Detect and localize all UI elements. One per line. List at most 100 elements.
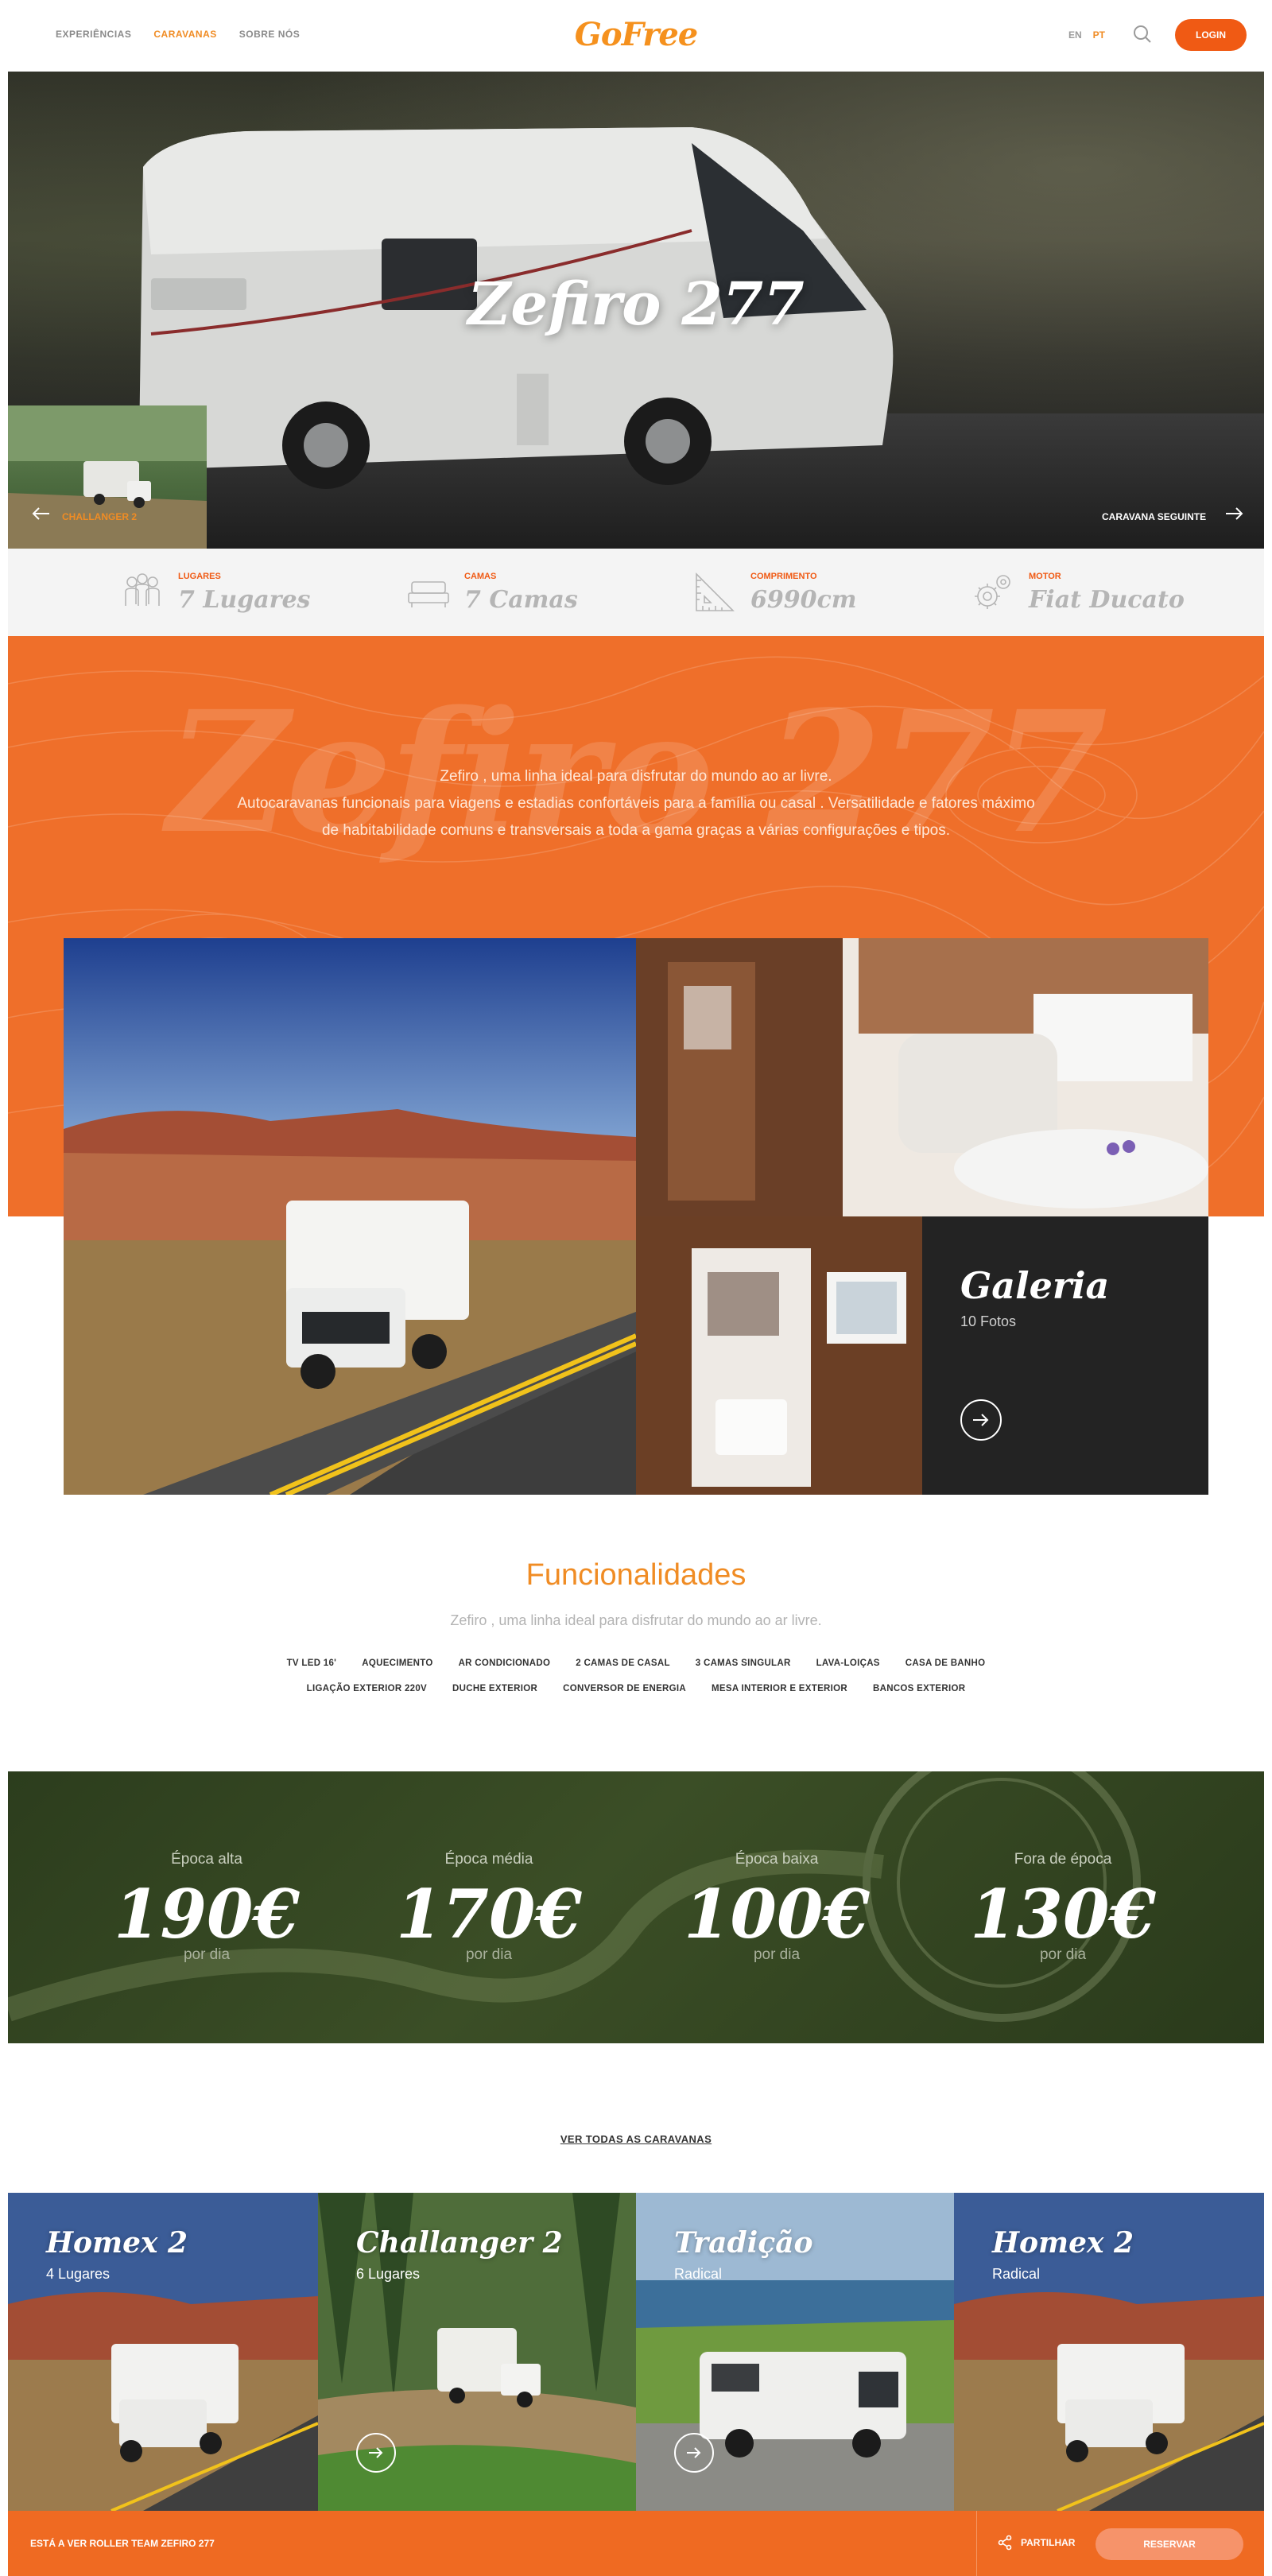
sticky-booking-bar: ESTÁ A VER ROLLER TEAM ZEFIRO 277 PARTIL… <box>8 2511 1264 2576</box>
gallery-open-button[interactable] <box>960 1399 1002 1441</box>
price-fora-de-epoca: Fora de época 130€ por dia <box>920 1771 1206 2043</box>
features-title: Funcionalidades <box>525 1558 747 1592</box>
arrow-left-icon[interactable] <box>30 506 51 522</box>
nav-sobre-nos[interactable]: SOBRE NÓS <box>239 29 301 40</box>
price-amount: 130€ <box>970 1875 1156 1953</box>
feature-item: 2 CAMAS DE CASAL <box>576 1658 670 1668</box>
feature-item: 3 CAMAS SINGULAR <box>695 1658 791 1668</box>
feature-item: BANCOS EXTERIOR <box>873 1684 966 1693</box>
price-per: por dia <box>1039 1946 1087 1963</box>
lang-pt[interactable]: PT <box>1093 29 1105 41</box>
gallery-photo-dining[interactable] <box>636 938 1208 1216</box>
hero-banner: Zefiro 277 CHALLANGER 2 CARAVANA SEGUINT… <box>8 72 1264 549</box>
bar-divider <box>976 2511 977 2576</box>
spec-value: 6990cm <box>750 585 857 614</box>
spec-label: CAMAS <box>464 571 497 581</box>
price-epoca-baixa: Época baixa 100€ por dia <box>634 1771 920 2043</box>
prev-caravan-thumbnail[interactable] <box>8 405 207 549</box>
nav-caravanas[interactable]: CARAVANAS <box>153 29 216 40</box>
card-open-button[interactable] <box>356 2433 396 2473</box>
feature-item: AQUECIMENTO <box>362 1658 433 1668</box>
gallery-panel[interactable]: Galeria 10 Fotos <box>922 1216 1208 1495</box>
intro-text: Zefiro , uma linha ideal para disfrutar … <box>159 763 1113 844</box>
price-season: Época alta <box>171 1851 242 1868</box>
caravan-card-homex-2[interactable]: Homex 2 4 Lugares <box>8 2193 318 2511</box>
current-caravan-text: ESTÁ A VER ROLLER TEAM ZEFIRO 277 <box>30 2538 215 2549</box>
gallery-photo-bathroom[interactable] <box>636 1216 922 1495</box>
price-amount: 100€ <box>684 1875 870 1953</box>
spec-value: 7 Camas <box>464 585 578 614</box>
card-title: Homex 2 <box>46 2226 188 2260</box>
share-button[interactable]: PARTILHAR <box>997 2535 1075 2551</box>
dining-interior-image <box>636 938 1208 1216</box>
price-season: Época baixa <box>735 1851 819 1868</box>
feature-item: MESA INTERIOR E EXTERIOR <box>712 1684 847 1693</box>
card-open-button[interactable] <box>674 2433 714 2473</box>
spec-label: MOTOR <box>1029 571 1061 581</box>
logo-text: GoFree <box>574 15 699 53</box>
language-switcher: EN PT <box>1068 29 1105 41</box>
price-amount: 170€ <box>396 1875 582 1953</box>
features-subtitle: Zefiro , uma linha ideal para disfrutar … <box>450 1612 822 1628</box>
arrow-right-icon[interactable] <box>1224 506 1245 522</box>
share-label: PARTILHAR <box>1021 2537 1076 2548</box>
spec-value: 7 Lugares <box>178 585 311 614</box>
desert-road-image <box>64 938 636 1495</box>
spec-label: COMPRIMENTO <box>750 571 817 581</box>
view-all-caravans-link[interactable]: VER TODAS AS CARAVANAS <box>560 2133 712 2145</box>
feature-item: DUCHE EXTERIOR <box>452 1684 538 1693</box>
bathroom-interior-image <box>636 1216 922 1495</box>
features-row-1: TV LED 16' AQUECIMENTO AR CONDICIONADO 2… <box>0 1658 1272 1668</box>
reserve-button[interactable]: RESERVAR <box>1096 2528 1243 2560</box>
search-icon[interactable] <box>1130 22 1154 46</box>
price-amount: 190€ <box>114 1875 300 1953</box>
spec-comprimento: COMPRIMENTO 6990cm <box>692 549 857 636</box>
pricing-section: Época alta 190€ por dia Época média 170€… <box>8 1771 1264 2043</box>
spec-value: Fiat Ducato <box>1029 585 1185 614</box>
spec-lugares: LUGARES 7 Lugares <box>119 549 310 636</box>
price-season: Época média <box>444 1851 533 1868</box>
gallery-count: 10 Fotos <box>960 1313 1017 1329</box>
card-subtitle: 6 Lugares <box>356 2266 421 2282</box>
card-subtitle: Radical <box>992 2266 1041 2282</box>
share-icon <box>998 2535 1012 2551</box>
gofree-logo[interactable]: GoFree <box>556 14 716 54</box>
people-icon <box>125 573 160 606</box>
next-caravan-link[interactable]: CARAVANA SEGUINTE <box>1102 511 1206 522</box>
card-title: Challanger 2 <box>356 2226 563 2260</box>
feature-item: LIGAÇÃO EXTERIOR 220V <box>306 1684 428 1693</box>
caravan-card-homex-2-radical[interactable]: Homex 2 Radical <box>954 2193 1264 2511</box>
price-epoca-media: Época média 170€ por dia <box>346 1771 632 2043</box>
spec-label: LUGARES <box>178 571 221 581</box>
card-subtitle: Radical <box>674 2266 723 2282</box>
card-title: Tradição <box>674 2226 813 2260</box>
main-nav: EXPERIÊNCIAS CARAVANAS SOBRE NÓS <box>56 29 300 40</box>
bed-icon <box>408 581 449 607</box>
caravan-card-challanger-2[interactable]: Challanger 2 6 Lugares <box>318 2193 636 2511</box>
features-row-2: LIGAÇÃO EXTERIOR 220V DUCHE EXTERIOR CON… <box>0 1684 1272 1693</box>
prev-caravan-label[interactable]: CHALLANGER 2 <box>62 511 137 522</box>
card-title: Homex 2 <box>992 2226 1134 2260</box>
feature-item: CONVERSOR DE ENERGIA <box>563 1684 686 1693</box>
login-button[interactable]: LOGIN <box>1175 19 1247 51</box>
arrow-right-icon <box>973 1414 989 1426</box>
nav-experiencias[interactable]: EXPERIÊNCIAS <box>56 29 131 40</box>
price-per: por dia <box>465 1946 513 1963</box>
specs-bar: LUGARES 7 Lugares CAMAS 7 Camas COMPRIME… <box>8 549 1264 636</box>
view-all-wrapper: VER TODAS AS CARAVANAS <box>0 2132 1272 2147</box>
gallery-photo-desert[interactable] <box>64 938 636 1495</box>
lang-en[interactable]: EN <box>1068 29 1082 41</box>
gear-icon <box>975 575 1010 609</box>
card-subtitle: 4 Lugares <box>46 2266 111 2282</box>
ruler-icon <box>696 572 735 611</box>
price-per: por dia <box>183 1946 231 1963</box>
site-header: EXPERIÊNCIAS CARAVANAS SOBRE NÓS GoFree … <box>0 0 1272 70</box>
arrow-right-icon <box>369 2447 383 2458</box>
caravan-card-tradicao[interactable]: Tradição Radical <box>636 2193 954 2511</box>
hero-title: Zefiro 277 <box>467 270 805 339</box>
price-season: Fora de época <box>1014 1851 1112 1868</box>
feature-item: TV LED 16' <box>286 1658 337 1668</box>
feature-item: CASA DE BANHO <box>905 1658 986 1668</box>
price-epoca-alta: Época alta 190€ por dia <box>64 1771 350 2043</box>
intro-line-3: de habitabilidade comuns e transversais … <box>321 822 950 839</box>
